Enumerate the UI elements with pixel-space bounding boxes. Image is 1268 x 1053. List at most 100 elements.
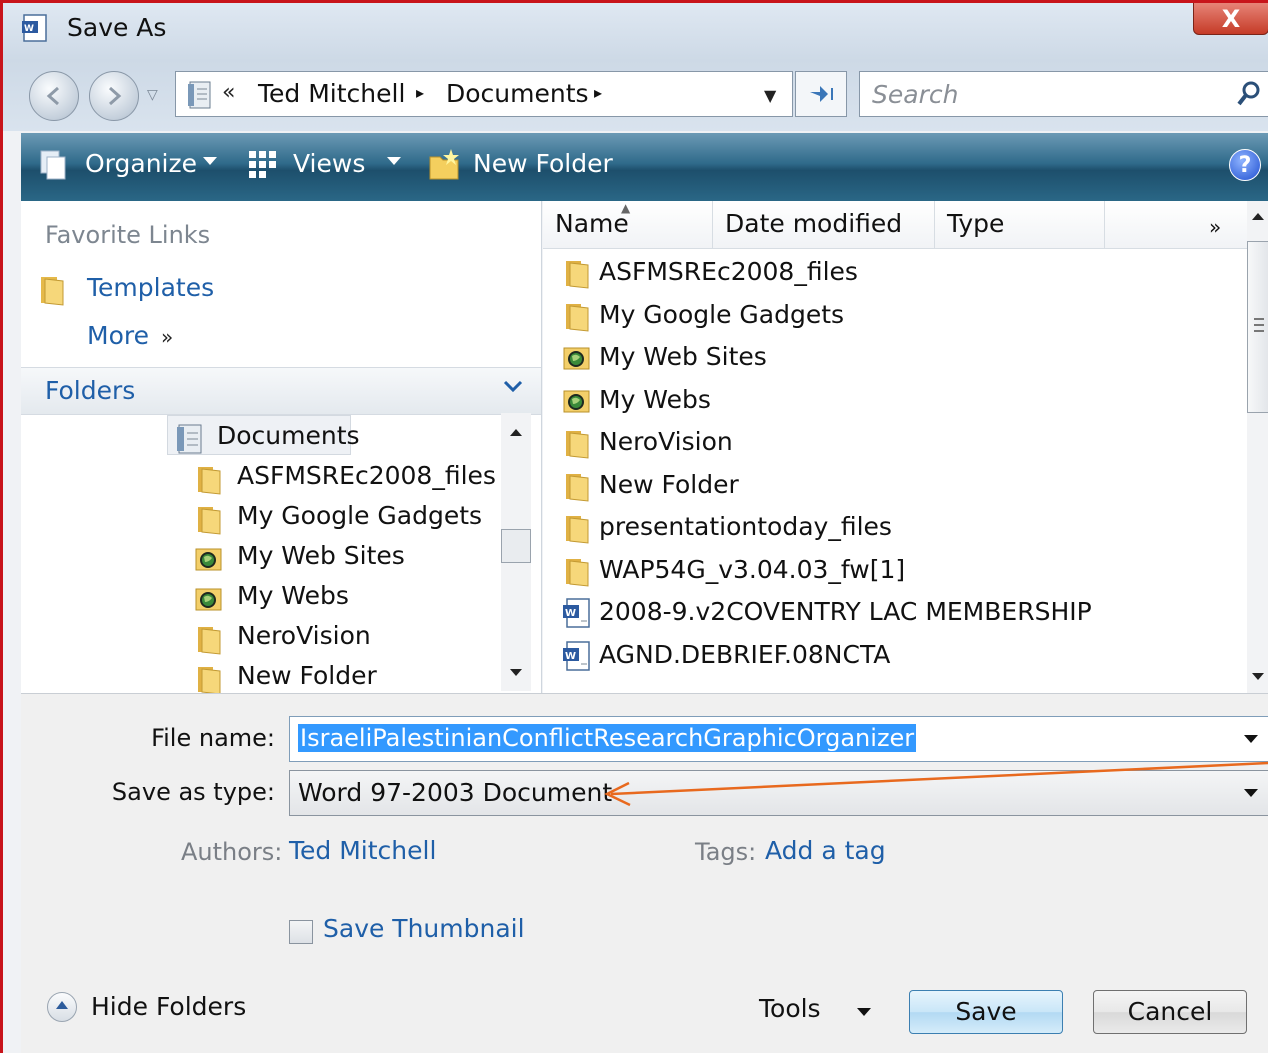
breadcrumb-separator-icon[interactable]: ▸ [594, 83, 602, 102]
folder-tree-item-label: My Google Gadgets [237, 501, 483, 530]
save-as-dialog: W Save As X ▽ « Ted Mitchell ▸ Documents… [0, 0, 1268, 1053]
file-list-item-label: My Webs [599, 384, 711, 414]
save-button[interactable]: Save [909, 990, 1063, 1034]
recent-pages-dropdown-icon[interactable]: ▽ [147, 87, 158, 103]
save-form: File name: IsraeliPalestinianConflictRes… [21, 693, 1268, 1053]
svg-text:W: W [565, 608, 576, 619]
scroll-up-icon[interactable] [510, 429, 522, 436]
views-menu[interactable]: Views [293, 149, 365, 178]
authors-value[interactable]: Ted Mitchell [289, 836, 436, 865]
folder-icon [193, 463, 225, 501]
sort-ascending-icon: ▲ [621, 201, 631, 215]
file-list-item-label: presentationtoday_files [599, 512, 892, 541]
folder-tree-item-label: New Folder [237, 661, 377, 690]
file-list: Name ▲ Date modified Type » ASFMSREc2008… [543, 201, 1247, 693]
word-doc-icon: W [561, 640, 593, 678]
folder-icon [561, 512, 593, 550]
back-button[interactable] [29, 71, 79, 121]
column-header-date-label: Date modified [725, 209, 903, 238]
word-doc-icon: W [561, 597, 593, 635]
save-as-type-dropdown-icon[interactable] [1244, 789, 1258, 797]
save-as-type-value: Word 97-2003 Document [298, 778, 613, 807]
organize-menu[interactable]: Organize [85, 149, 197, 178]
file-list-item-label: NeroVision [599, 427, 733, 456]
cancel-button[interactable]: Cancel [1093, 990, 1247, 1034]
column-header-type[interactable]: Type [935, 201, 1105, 249]
breadcrumb-ted-mitchell[interactable]: Ted Mitchell [258, 79, 405, 108]
breadcrumb-separator-icon[interactable]: ▸ [416, 83, 424, 102]
organize-dropdown-icon[interactable] [203, 157, 217, 165]
tools-dropdown-icon[interactable] [857, 1008, 871, 1016]
folder-tree-scrollbar[interactable] [501, 413, 531, 691]
tags-input[interactable]: Add a tag [765, 836, 886, 865]
scroll-down-icon[interactable] [1252, 673, 1264, 680]
documents-icon [188, 81, 211, 109]
file-name-value[interactable]: IsraeliPalestinianConflictResearchGraphi… [298, 724, 917, 752]
more-chevron-icon[interactable]: » [161, 325, 173, 349]
back-arrow-icon [46, 86, 59, 106]
breadcrumb-documents[interactable]: Documents [446, 79, 589, 108]
folder-tree-item-label: NeroVision [237, 621, 371, 650]
column-header-name[interactable]: Name ▲ [543, 201, 713, 249]
more-links[interactable]: More [87, 321, 149, 350]
save-as-type-select[interactable]: Word 97-2003 Document [289, 770, 1268, 816]
forward-arrow-icon [109, 86, 122, 106]
folder-tree-item-label: My Web Sites [237, 541, 405, 570]
scroll-down-icon[interactable] [510, 669, 522, 676]
folder-tree: Documents ASFMSREc2008_files My Google Gad… [21, 413, 499, 693]
more-columns-icon[interactable]: » [1209, 215, 1221, 239]
save-thumbnail-checkbox[interactable] [289, 920, 313, 944]
column-header-date-modified[interactable]: Date modified [713, 201, 935, 249]
column-header-name-label: Name [555, 209, 629, 238]
close-button[interactable]: X [1193, 3, 1268, 35]
refresh-button[interactable] [795, 71, 847, 117]
scroll-thumb[interactable] [501, 529, 531, 563]
search-icon[interactable] [1236, 80, 1262, 108]
scroll-grip [1254, 330, 1264, 332]
favorite-links-header: Favorite Links [45, 221, 211, 249]
tags-label: Tags: [695, 838, 757, 866]
file-list-scrollbar[interactable] [1247, 201, 1268, 693]
tools-menu[interactable]: Tools [759, 994, 821, 1023]
organize-icon [40, 150, 66, 180]
file-name-input[interactable]: IsraeliPalestinianConflictResearchGraphi… [289, 716, 1268, 762]
address-bar[interactable]: « Ted Mitchell ▸ Documents ▸ ▼ [175, 71, 793, 117]
documents-icon [173, 423, 205, 461]
folder-icon [561, 300, 593, 338]
web-folder-icon [193, 583, 225, 621]
file-list-item-label: ASFMSREc2008_files [599, 257, 858, 286]
folder-tree-item-label: My Webs [237, 581, 349, 610]
scroll-grip [1254, 324, 1264, 326]
help-icon[interactable]: ? [1229, 149, 1261, 181]
forward-button[interactable] [89, 71, 139, 121]
scroll-up-icon[interactable] [1252, 213, 1264, 220]
folder-icon [193, 623, 225, 661]
new-folder-icon [429, 149, 459, 180]
save-thumbnail-label[interactable]: Save Thumbnail [323, 914, 525, 943]
word-app-icon: W [22, 14, 47, 42]
folder-icon [561, 470, 593, 508]
window-title: Save As [67, 13, 167, 42]
svg-text:W: W [565, 651, 576, 662]
scroll-grip [1254, 318, 1264, 320]
views-dropdown-icon[interactable] [387, 157, 401, 165]
hide-folders-button[interactable]: Hide Folders [91, 992, 246, 1021]
folder-icon [41, 277, 64, 306]
new-folder-button[interactable]: New Folder [473, 149, 613, 178]
folder-tree-item-label: Documents [217, 421, 360, 450]
hide-folders-icon[interactable] [47, 992, 77, 1022]
svg-text:W: W [24, 24, 34, 34]
command-toolbar: Organize Views New Folder ? [21, 133, 1268, 201]
column-header-overflow[interactable]: » [1105, 201, 1247, 249]
file-list-item-label: 2008-9.v2COVENTRY LAC MEMBERSHIP [599, 597, 1092, 626]
address-overflow-chevron[interactable]: « [222, 80, 235, 105]
search-input[interactable]: Search [859, 71, 1268, 117]
favorite-link-templates[interactable]: Templates [87, 273, 214, 302]
file-name-dropdown-icon[interactable] [1244, 735, 1258, 743]
folders-toggle[interactable]: Folders [21, 367, 541, 415]
views-icon [249, 151, 276, 178]
file-list-item-label: My Web Sites [599, 342, 767, 371]
chevron-down-icon[interactable] [501, 374, 525, 398]
scroll-thumb[interactable] [1247, 241, 1268, 413]
address-dropdown-icon[interactable]: ▼ [764, 86, 776, 105]
